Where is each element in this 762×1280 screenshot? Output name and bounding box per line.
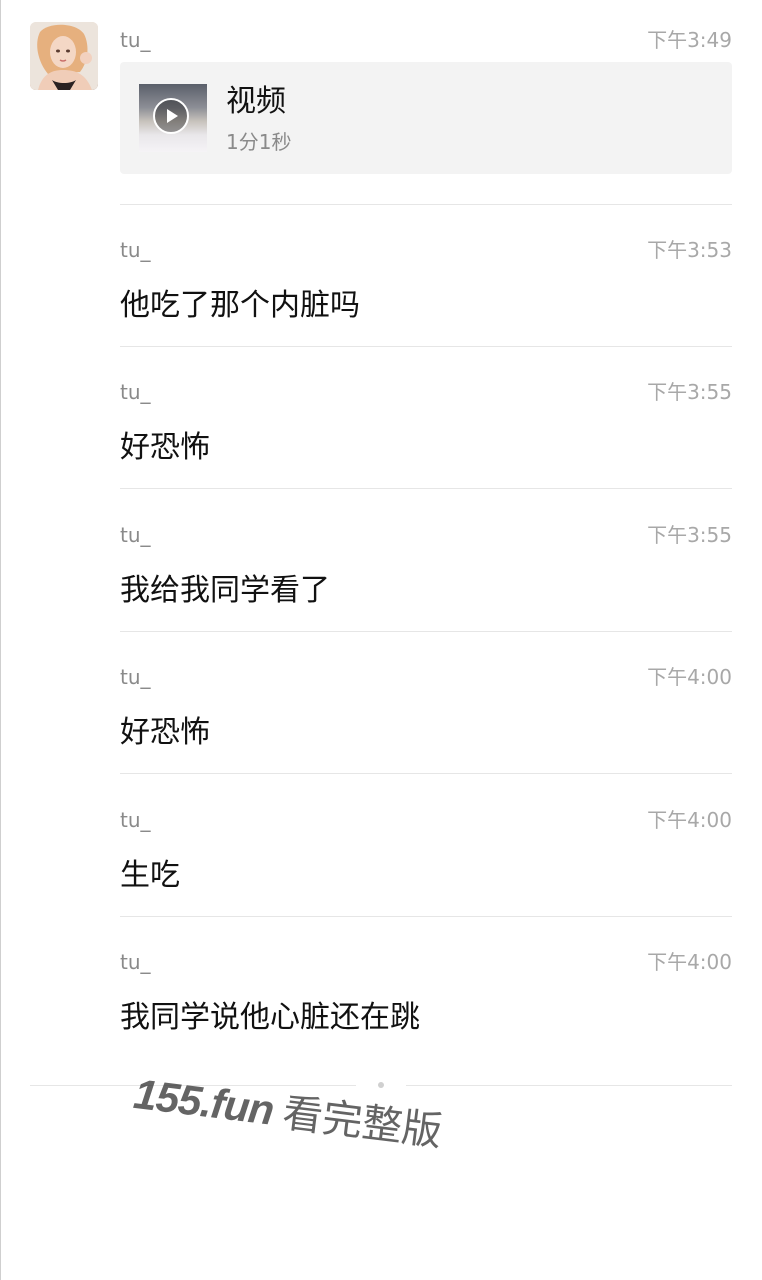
message-time: 下午3:55 xyxy=(647,523,732,547)
watermark-domain: 155.fun xyxy=(131,1069,277,1134)
sender-name: tu_ xyxy=(120,808,151,832)
message-divider xyxy=(120,773,732,774)
message-time: 下午4:00 xyxy=(647,808,732,832)
message-text: 生吃 xyxy=(120,858,180,893)
video-thumbnail xyxy=(139,84,207,152)
watermark: 155.fun 看完整版 xyxy=(131,1062,446,1157)
message-divider xyxy=(120,346,732,347)
message-divider xyxy=(120,631,732,632)
message-time: 下午3:55 xyxy=(647,380,732,404)
video-label: 视频 xyxy=(226,84,286,119)
message-time: 下午4:00 xyxy=(647,950,732,974)
message-time: 下午4:00 xyxy=(647,665,732,689)
video-message-card[interactable]: 视频 1分1秒 xyxy=(120,62,732,174)
message-text: 我同学说他心脏还在跳 xyxy=(120,1000,420,1035)
message-text: 他吃了那个内脏吗 xyxy=(120,288,360,323)
play-icon xyxy=(153,98,189,134)
sender-name: tu_ xyxy=(120,238,151,262)
message-time: 下午3:53 xyxy=(647,238,732,262)
sender-name: tu_ xyxy=(120,523,151,547)
end-separator-dot xyxy=(378,1082,384,1088)
message-text: 我给我同学看了 xyxy=(120,573,330,608)
sender-name: tu_ xyxy=(120,380,151,404)
sender-avatar[interactable] xyxy=(30,22,98,90)
sender-name: tu_ xyxy=(120,950,151,974)
message-divider xyxy=(120,488,732,489)
message-time: 下午3:49 xyxy=(647,28,732,52)
message-divider xyxy=(120,204,732,205)
end-separator-line xyxy=(406,1085,732,1086)
sender-name: tu_ xyxy=(120,28,151,52)
message-text: 好恐怖 xyxy=(120,715,210,750)
left-edge-border xyxy=(0,0,1,1280)
watermark-text: 看完整版 xyxy=(280,1090,445,1156)
sender-name: tu_ xyxy=(120,665,151,689)
video-duration: 1分1秒 xyxy=(226,130,292,154)
message-text: 好恐怖 xyxy=(120,430,210,465)
message-divider xyxy=(120,916,732,917)
